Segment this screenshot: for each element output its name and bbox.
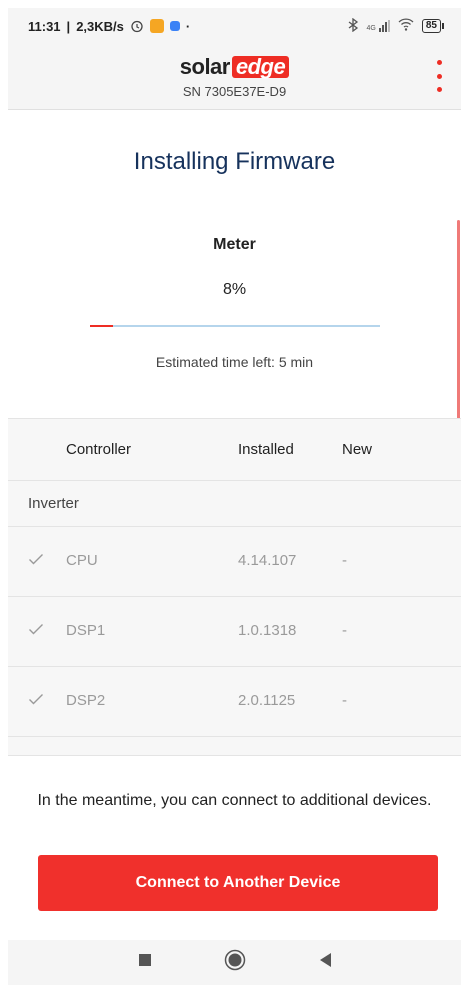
home-icon[interactable] <box>224 949 246 976</box>
row-installed: 4.14.107 <box>238 552 297 569</box>
firmware-table: Controller Installed New Inverter CPU 4.… <box>8 418 461 755</box>
progress-fill <box>89 325 113 327</box>
table-row-partial <box>8 736 461 755</box>
system-nav-bar <box>8 940 461 985</box>
status-speed: 2,3KB/s <box>76 18 124 34</box>
wifi-icon <box>398 18 414 34</box>
status-time: 11:31 <box>28 18 61 34</box>
row-installed: 1.0.1318 <box>238 622 297 639</box>
table-row: DSP2 2.0.1125 - <box>8 666 461 736</box>
row-new: - <box>342 692 347 709</box>
row-controller: DSP1 <box>66 622 106 639</box>
notification-dot-icon: · <box>185 18 191 34</box>
recents-icon[interactable] <box>138 953 152 972</box>
check-icon <box>28 691 44 707</box>
table-header: Controller Installed New <box>8 418 461 480</box>
phone-screen: 11:31 | 2,3KB/s · 4G 85 solar edge SN 73… <box>8 8 461 985</box>
signal-icon: 4G <box>367 20 390 32</box>
row-controller: DSP2 <box>66 692 106 709</box>
column-controller: Controller <box>66 441 132 458</box>
progress-percent: 8% <box>222 281 247 298</box>
column-new: New <box>342 441 373 458</box>
group-inverter: Inverter <box>8 480 461 526</box>
meantime-message: In the meantime, you can connect to addi… <box>37 792 432 809</box>
device-name: Meter <box>213 236 256 253</box>
connect-another-device-button[interactable]: Connect to Another Device <box>38 855 438 911</box>
estimated-time: Estimated time left: 5 min <box>155 354 314 370</box>
column-installed: Installed <box>238 441 294 458</box>
back-icon[interactable] <box>318 952 332 973</box>
notification-chat-icon <box>169 21 180 31</box>
notification-app-icon <box>149 19 164 33</box>
firmware-content: Installing Firmware Meter 8% Estimated t… <box>8 110 461 755</box>
app-header: solar edge SN 7305E37E-D9 <box>8 44 461 110</box>
check-icon <box>28 621 44 637</box>
row-installed: 2.0.1125 <box>238 692 296 709</box>
row-controller: CPU <box>66 552 98 569</box>
solaredge-logo: solar edge <box>180 54 290 80</box>
row-new: - <box>342 622 347 639</box>
status-bar: 11:31 | 2,3KB/s · 4G 85 <box>8 8 461 44</box>
check-icon <box>28 551 44 567</box>
alarm-icon <box>130 19 144 33</box>
progress-bar <box>89 325 380 327</box>
serial-number: SN 7305E37E-D9 <box>182 84 287 99</box>
more-vert-icon[interactable] <box>433 60 445 92</box>
row-new: - <box>342 552 347 569</box>
bottom-panel: In the meantime, you can connect to addi… <box>8 755 461 940</box>
bluetooth-icon <box>347 17 359 35</box>
battery-icon: 85 <box>421 19 445 33</box>
table-row: CPU 4.14.107 - <box>8 526 461 596</box>
table-row: DSP1 1.0.1318 - <box>8 596 461 666</box>
page-title: Installing Firmware <box>133 148 336 175</box>
